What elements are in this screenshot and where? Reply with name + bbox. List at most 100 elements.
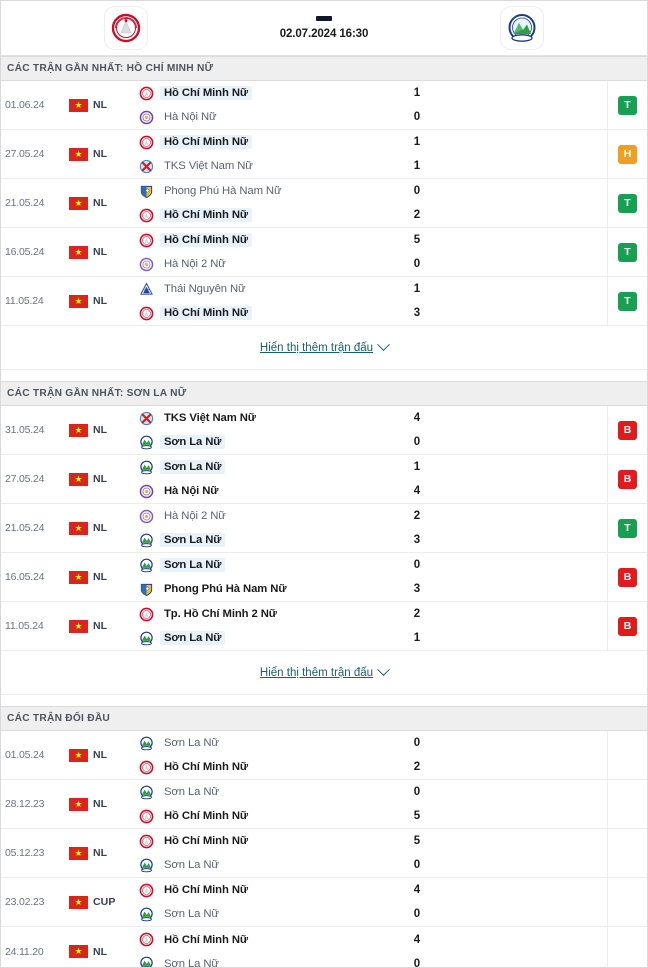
- home-team-line[interactable]: Hồ Chí Minh Nữ: [139, 135, 357, 150]
- home-team-line[interactable]: Sơn La Nữ: [139, 460, 357, 475]
- match-row[interactable]: 31.05.24 ★ NL TKS Việt Nam Nữ Sơn La Nữ …: [1, 406, 647, 455]
- competition-cell[interactable]: ★ NL: [69, 927, 131, 967]
- home-team-name: Hồ Chí Minh Nữ: [160, 86, 252, 100]
- competition-cell[interactable]: ★ NL: [69, 731, 131, 779]
- home-team-line[interactable]: Hồ Chí Minh Nữ: [139, 86, 357, 101]
- result-badge: T: [618, 193, 637, 213]
- away-team-line[interactable]: Sơn La Nữ: [139, 533, 357, 548]
- match-date: 28.12.23: [5, 798, 45, 810]
- match-row[interactable]: 27.05.24 ★ NL Hồ Chí Minh Nữ TKS Việt Na…: [1, 130, 647, 179]
- away-team-line[interactable]: Hồ Chí Minh Nữ: [139, 208, 357, 223]
- match-row[interactable]: 11.05.24 ★ NL Thái Nguyên Nữ Hồ Chí Minh…: [1, 277, 647, 326]
- away-team-line[interactable]: Hồ Chí Minh Nữ: [139, 809, 357, 824]
- score-cell: 0 5: [357, 780, 477, 828]
- home-team-line[interactable]: Sơn La Nữ: [139, 785, 357, 800]
- competition-cell[interactable]: ★ NL: [69, 602, 131, 650]
- match-row[interactable]: 21.05.24 ★ NL Hà Nội 2 Nữ Sơn La Nữ 2 3 …: [1, 504, 647, 553]
- match-row[interactable]: 11.05.24 ★ NL Tp. Hồ Chí Minh 2 Nữ Sơn L…: [1, 602, 647, 651]
- competition-cell[interactable]: ★ NL: [69, 277, 131, 325]
- away-team-line[interactable]: Hà Nội 2 Nữ: [139, 257, 357, 272]
- away-team-line[interactable]: Sơn La Nữ: [139, 631, 357, 646]
- competition-cell[interactable]: ★ NL: [69, 228, 131, 276]
- away-score: 5: [413, 810, 421, 822]
- competition-cell[interactable]: ★ NL: [69, 553, 131, 601]
- competition-cell[interactable]: ★ NL: [69, 406, 131, 454]
- match-row[interactable]: 01.06.24 ★ NL Hồ Chí Minh Nữ Hà Nội Nữ 1…: [1, 81, 647, 130]
- match-header: 02.07.2024 16:30: [1, 1, 647, 56]
- match-date: 11.05.24: [5, 295, 44, 307]
- competition-cell[interactable]: ★ NL: [69, 780, 131, 828]
- competition-cell[interactable]: ★ NL: [69, 455, 131, 503]
- match-row[interactable]: 23.02.23 ★ CUP Hồ Chí Minh Nữ Sơn La Nữ …: [1, 878, 647, 927]
- match-row[interactable]: 24.11.20 ★ NL Hồ Chí Minh Nữ Sơn La Nữ 4…: [1, 927, 647, 967]
- competition-cell[interactable]: ★ NL: [69, 81, 131, 129]
- flag-star-glyph: ★: [74, 847, 83, 858]
- row-spacer: [477, 179, 607, 227]
- away-team-name: Hồ Chí Minh Nữ: [160, 208, 252, 222]
- match-row[interactable]: 27.05.24 ★ NL Sơn La Nữ Hà Nội Nữ 1 4 B: [1, 455, 647, 504]
- away-team-line[interactable]: Hồ Chí Minh Nữ: [139, 306, 357, 321]
- away-team-name: TKS Việt Nam Nữ: [164, 160, 253, 172]
- home-team-line[interactable]: Tp. Hồ Chí Minh 2 Nữ: [139, 607, 357, 622]
- away-team-line[interactable]: Sơn La Nữ: [139, 907, 357, 922]
- flag-star-glyph: ★: [74, 522, 83, 533]
- home-team-line[interactable]: Phong Phú Hà Nam Nữ: [139, 184, 357, 199]
- result-badge: H: [618, 144, 637, 164]
- match-row[interactable]: 28.12.23 ★ NL Sơn La Nữ Hồ Chí Minh Nữ 0…: [1, 780, 647, 829]
- home-score: 5: [413, 234, 421, 246]
- home-team-header[interactable]: [1, 7, 251, 49]
- away-team-name: Sơn La Nữ: [160, 533, 226, 547]
- competition-cell[interactable]: ★ NL: [69, 179, 131, 227]
- result-badge-cell: B: [607, 602, 647, 650]
- home-team-line[interactable]: Hồ Chí Minh Nữ: [139, 834, 357, 849]
- hanoi2-crest-icon: [139, 509, 154, 524]
- competition-label: NL: [93, 99, 108, 111]
- home-team-line[interactable]: Hồ Chí Minh Nữ: [139, 233, 357, 248]
- home-team-line[interactable]: Sơn La Nữ: [139, 736, 357, 751]
- competition-cell[interactable]: ★ NL: [69, 504, 131, 552]
- result-badge-cell: T: [607, 504, 647, 552]
- away-team-line[interactable]: Sơn La Nữ: [139, 858, 357, 873]
- competition-label: CUP: [93, 896, 116, 908]
- home-team-line[interactable]: Hồ Chí Minh Nữ: [139, 932, 357, 947]
- match-row[interactable]: 05.12.23 ★ NL Hồ Chí Minh Nữ Sơn La Nữ 5…: [1, 829, 647, 878]
- competition-cell[interactable]: ★ NL: [69, 829, 131, 877]
- home-team-line[interactable]: Hà Nội 2 Nữ: [139, 509, 357, 524]
- row-spacer: [477, 829, 607, 877]
- result-badge: B: [618, 616, 637, 636]
- away-team-line[interactable]: Hà Nội Nữ: [139, 110, 357, 125]
- match-row[interactable]: 21.05.24 ★ NL Phong Phú Hà Nam Nữ Hồ Chí…: [1, 179, 647, 228]
- away-team-line[interactable]: TKS Việt Nam Nữ: [139, 159, 357, 174]
- result-badge: T: [618, 95, 637, 115]
- vietnam-flag-icon: ★: [69, 619, 88, 633]
- tks-crest-icon: [139, 411, 154, 426]
- away-score: 2: [413, 761, 421, 773]
- chevron-down-icon: [377, 663, 390, 677]
- home-team-line[interactable]: TKS Việt Nam Nữ: [139, 411, 357, 426]
- competition-cell[interactable]: ★ NL: [69, 130, 131, 178]
- away-score: 1: [413, 632, 421, 644]
- away-team-line[interactable]: Hồ Chí Minh Nữ: [139, 760, 357, 775]
- home-team-line[interactable]: Sơn La Nữ: [139, 558, 357, 573]
- away-team-line[interactable]: Hà Nội Nữ: [139, 484, 357, 499]
- show-more-matches-button[interactable]: Hiển thị thêm trận đấu: [260, 663, 390, 679]
- show-more-matches-button[interactable]: Hiển thị thêm trận đấu: [260, 338, 390, 354]
- result-badge: T: [618, 518, 637, 538]
- away-team-line[interactable]: Sơn La Nữ: [139, 435, 357, 450]
- away-team-header[interactable]: [397, 7, 647, 49]
- competition-label: NL: [93, 798, 108, 810]
- competition-cell[interactable]: ★ CUP: [69, 878, 131, 926]
- match-row[interactable]: 01.05.24 ★ NL Sơn La Nữ Hồ Chí Minh Nữ 0…: [1, 731, 647, 780]
- away-team-line[interactable]: Phong Phú Hà Nam Nữ: [139, 582, 357, 597]
- home-team-line[interactable]: Thái Nguyên Nữ: [139, 281, 357, 297]
- hcm-crest-icon: [105, 7, 147, 49]
- home-score: 1: [413, 283, 421, 295]
- match-detail-page: 02.07.2024 16:30 CÁC TRẬN GẦN NHẤT: HỒ C…: [0, 0, 648, 968]
- away-team-line[interactable]: Sơn La Nữ: [139, 956, 357, 967]
- score-cell: 1 4: [357, 455, 477, 503]
- match-row[interactable]: 16.05.24 ★ NL Sơn La Nữ Phong Phú Hà Nam…: [1, 553, 647, 602]
- match-row[interactable]: 16.05.24 ★ NL Hồ Chí Minh Nữ Hà Nội 2 Nữ…: [1, 228, 647, 277]
- match-date: 05.12.23: [5, 847, 45, 859]
- hcm-crest-icon: [139, 135, 154, 150]
- home-team-line[interactable]: Hồ Chí Minh Nữ: [139, 883, 357, 898]
